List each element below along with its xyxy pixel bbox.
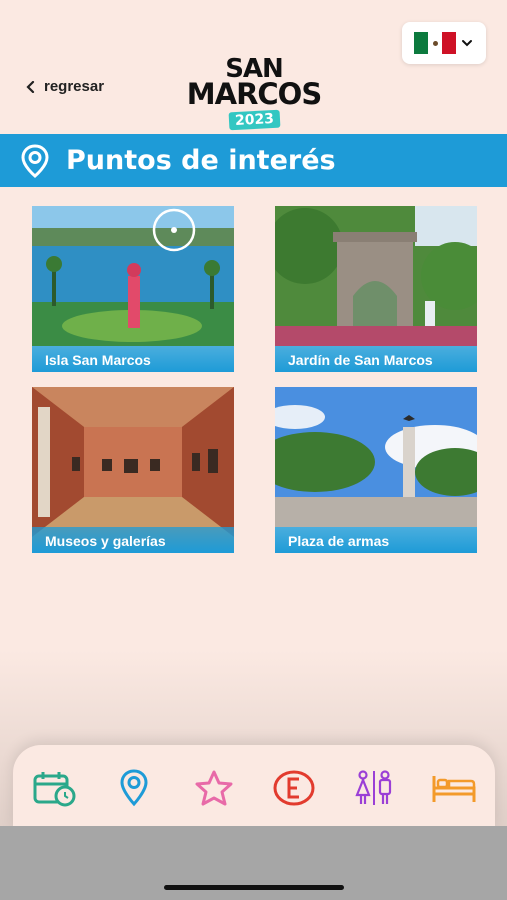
chevron-down-icon bbox=[462, 40, 472, 47]
section-header: Puntos de interés bbox=[0, 134, 507, 187]
location-pin-icon bbox=[120, 769, 148, 807]
nav-favorites-button[interactable] bbox=[189, 767, 239, 809]
place-card-label: Isla San Marcos bbox=[32, 346, 234, 372]
place-card-jardin-de-san-marcos[interactable]: Jardín de San Marcos bbox=[275, 206, 477, 372]
back-label: regresar bbox=[44, 78, 105, 95]
nav-entertainment-button[interactable] bbox=[269, 767, 319, 809]
header: regresar SAN MARCOS 2023 bbox=[0, 0, 507, 134]
bed-icon bbox=[432, 776, 476, 802]
page-title: Puntos de interés bbox=[66, 145, 336, 176]
entertainment-e-icon bbox=[273, 770, 315, 806]
home-indicator[interactable] bbox=[164, 885, 344, 890]
back-button[interactable]: regresar bbox=[26, 78, 104, 95]
star-icon bbox=[195, 770, 233, 806]
nav-restrooms-button[interactable] bbox=[349, 767, 399, 809]
place-card-plaza-de-armas[interactable]: Plaza de armas bbox=[275, 387, 477, 553]
mexico-flag-icon bbox=[414, 32, 456, 54]
calendar-clock-icon bbox=[33, 772, 76, 807]
location-pin-icon bbox=[21, 143, 49, 178]
place-card-label: Jardín de San Marcos bbox=[275, 346, 477, 372]
nav-lodging-button[interactable] bbox=[429, 767, 479, 809]
place-card-label: Plaza de armas bbox=[275, 527, 477, 553]
nav-calendar-button[interactable] bbox=[29, 767, 79, 809]
place-card-label: Museos y galerías bbox=[32, 527, 234, 553]
logo-year-badge: 2023 bbox=[228, 109, 280, 131]
logo-line-2: MARCOS bbox=[186, 77, 322, 111]
nav-locations-button[interactable] bbox=[109, 767, 159, 809]
place-card-isla-san-marcos[interactable]: Isla San Marcos bbox=[32, 206, 234, 372]
bottom-nav bbox=[13, 745, 495, 830]
san-marcos-logo: SAN MARCOS 2023 bbox=[183, 56, 325, 131]
place-card-museos-y-galerias[interactable]: Museos y galerías bbox=[32, 387, 234, 553]
chevron-left-icon bbox=[26, 80, 35, 93]
language-selector[interactable] bbox=[402, 22, 486, 64]
restroom-icon bbox=[355, 770, 392, 805]
